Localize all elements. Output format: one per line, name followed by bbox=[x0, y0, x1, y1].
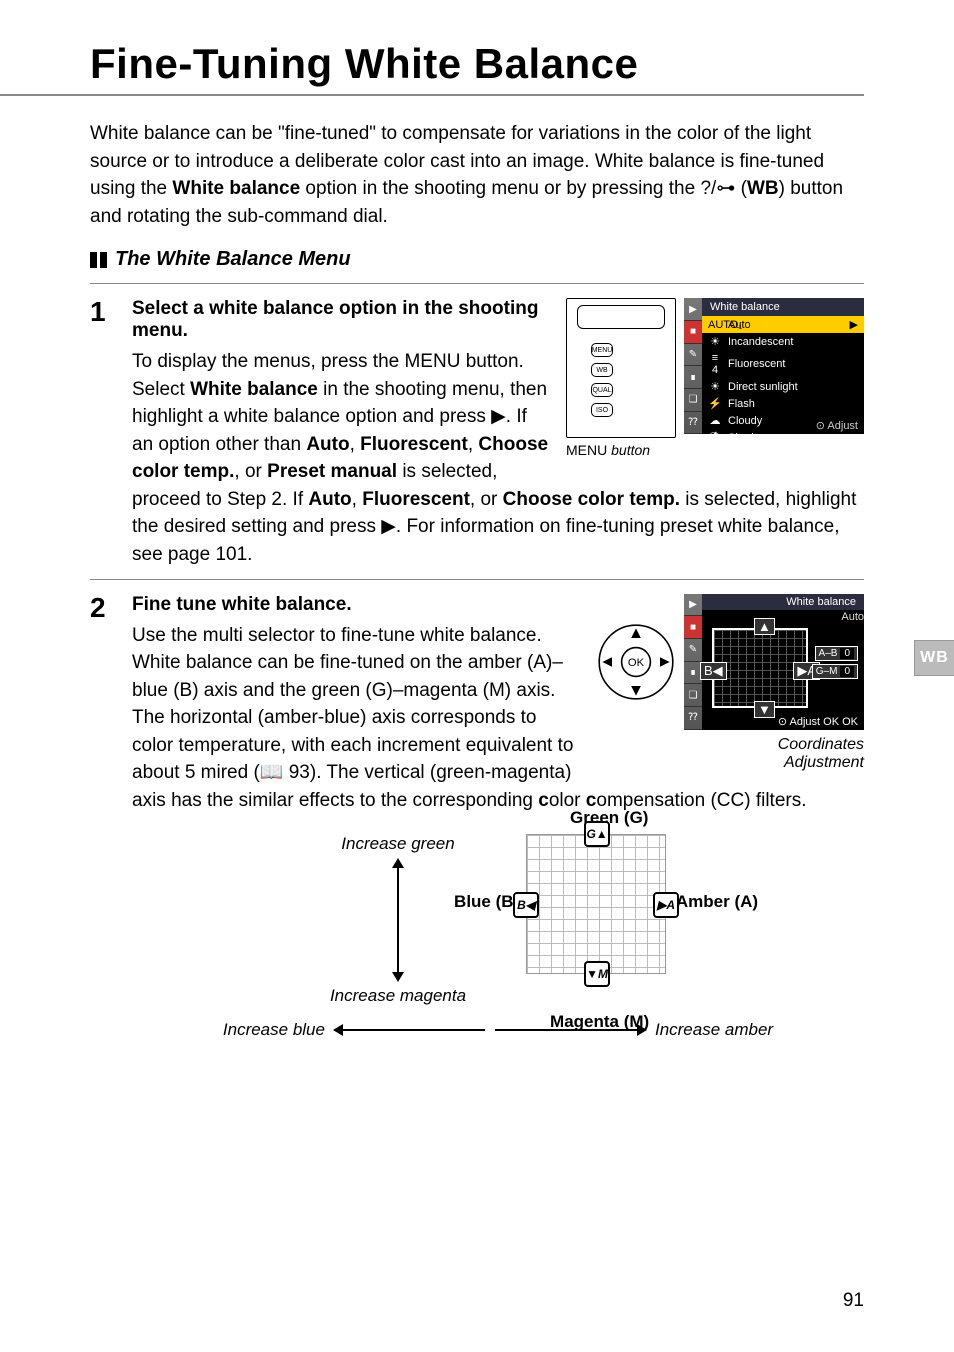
grid-m-arrow: ▼ bbox=[754, 701, 775, 718]
page-title: Fine-Tuning White Balance bbox=[90, 40, 864, 88]
amber-a-label: Amber (A) bbox=[676, 892, 758, 912]
grid-footer: ⊙ Adjust OK OK bbox=[778, 715, 858, 728]
axis-btn-a: ▶A bbox=[653, 892, 679, 918]
camera-qual-btn: QUAL bbox=[591, 383, 613, 397]
menu-header: White balance bbox=[702, 298, 864, 316]
increase-magenta-label: Increase magenta bbox=[330, 986, 466, 1006]
subhead-text: The White Balance Menu bbox=[115, 248, 351, 271]
ab-value: A–B0 bbox=[815, 646, 858, 661]
menu-footer: ⊙ Adjust bbox=[816, 419, 858, 432]
menu-sidebar: ▶ ■ ✎ ∎ ❏ ⁇ bbox=[684, 298, 702, 434]
camera-menu-btn: MENU bbox=[591, 343, 613, 357]
step-2-number: 2 bbox=[90, 594, 114, 1041]
gm-value: G–M0 bbox=[812, 664, 858, 679]
grid-b-arrow: B◀ bbox=[700, 662, 727, 680]
step-1: 1 MENU WB QUAL ISO MENU button bbox=[90, 298, 864, 568]
svg-text:OK: OK bbox=[628, 657, 645, 669]
menu-row-sun: ☀Direct sunlight bbox=[684, 378, 864, 395]
left-arrow-icon bbox=[335, 1029, 485, 1031]
step-1-number: 1 bbox=[90, 298, 114, 568]
camera-iso-btn: ISO bbox=[591, 403, 613, 417]
menu-side-0: ▶ bbox=[684, 298, 702, 321]
camera-wb-btn: WB bbox=[591, 363, 613, 377]
step-1-figure: MENU WB QUAL ISO MENU button ▶ ■ ✎ ∎ bbox=[566, 298, 864, 460]
camera-icon: MENU WB QUAL ISO bbox=[566, 298, 676, 438]
qual-glyph: ?/⊶ bbox=[700, 178, 735, 199]
increase-blue-label: Increase blue bbox=[223, 1020, 325, 1040]
axis-grid-icon: G▲ ▼M B◀ ▶A bbox=[526, 834, 666, 974]
vertical-arrow-icon bbox=[397, 860, 399, 980]
menu-row-auto: AUTO₁Auto▶ bbox=[684, 316, 864, 333]
page-number: 91 bbox=[843, 1290, 864, 1312]
menu-side-3: ∎ bbox=[684, 366, 702, 389]
adjustment-label: Adjustment bbox=[784, 754, 864, 771]
blue-b-label: Blue (B) bbox=[454, 892, 519, 912]
menu-side-5: ⁇ bbox=[684, 412, 702, 435]
axis-btn-b: B◀ bbox=[513, 892, 539, 918]
axis-diagram: Increase green Increase magenta Green (G… bbox=[132, 834, 864, 1006]
subhead: The White Balance Menu bbox=[90, 248, 864, 271]
intro-paragraph: White balance can be "fine-tuned" to com… bbox=[90, 120, 864, 230]
title-rule bbox=[0, 94, 864, 96]
wb-menu-screenshot: ▶ ■ ✎ ∎ ❏ ⁇ White balance AUTO₁Auto▶ ☀︎I… bbox=[684, 298, 864, 434]
grid-g-arrow: ▲ bbox=[754, 618, 775, 635]
fine-tune-grid: ▲ ▼ B◀ ▶A bbox=[712, 628, 808, 708]
intro-t2: option in the shooting menu or by pressi… bbox=[300, 178, 700, 199]
menu-row-fluor: ≡ 4Fluorescent bbox=[684, 350, 864, 378]
horizontal-axis-row: Increase blue Increase amber bbox=[132, 1020, 864, 1040]
multi-selector-icon: OK bbox=[596, 622, 676, 702]
menu-side-4: ❏ bbox=[684, 389, 702, 412]
wb-side-tab: WB bbox=[914, 640, 954, 676]
increase-amber-label: Increase amber bbox=[655, 1020, 773, 1040]
bars-icon bbox=[90, 252, 107, 268]
rule bbox=[90, 283, 864, 284]
menu-row-incand: ☀︎Incandescent bbox=[684, 333, 864, 350]
axis-btn-g: G▲ bbox=[584, 821, 610, 847]
menu-side-2: ✎ bbox=[684, 344, 702, 367]
intro-wb: WB bbox=[747, 178, 779, 199]
coordinates-label: Coordinates bbox=[778, 736, 864, 753]
menu-button-caption: MENU button bbox=[566, 442, 676, 458]
axis-btn-m: ▼M bbox=[584, 961, 610, 987]
menu-side-1: ■ bbox=[684, 321, 702, 344]
intro-b1: White balance bbox=[172, 178, 300, 199]
grid-header: White balance bbox=[702, 594, 864, 610]
wb-grid-screenshot: ▶■✎∎❏⁇ White balance Auto ▲ ▼ B◀ ▶A A–B0… bbox=[684, 594, 864, 730]
menu-row-flash: ⚡Flash bbox=[684, 395, 864, 412]
grid-subheader: Auto bbox=[708, 610, 864, 624]
right-arrow-icon bbox=[495, 1029, 645, 1031]
intro-t3: ( bbox=[735, 178, 747, 199]
step-2: 2 OK bbox=[90, 594, 864, 1041]
rule-2 bbox=[90, 579, 864, 580]
increase-green-label: Increase green bbox=[341, 834, 454, 854]
step-2-figure: OK ▶■✎∎❏⁇ White balance Auto bbox=[596, 594, 864, 772]
